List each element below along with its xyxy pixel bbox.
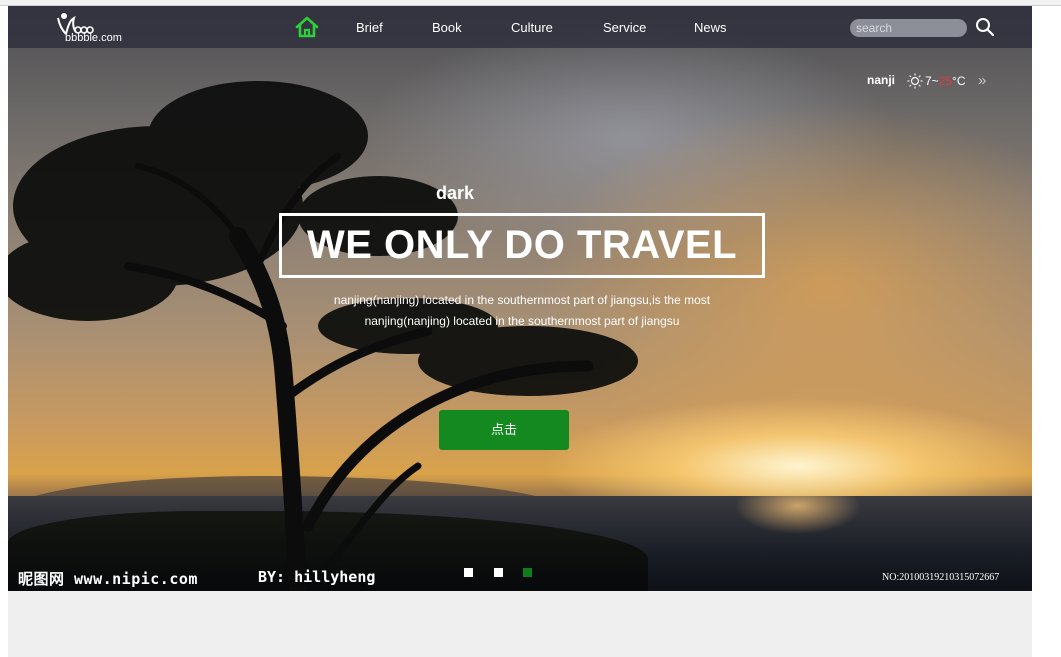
sun-icon: [907, 73, 923, 89]
search-input[interactable]: [850, 19, 967, 37]
temp-high: 25: [938, 74, 953, 88]
home-icon[interactable]: [295, 16, 319, 38]
watermark-site: 昵图网 www.nipic.com: [18, 570, 198, 588]
hero-description-line-1: nanjing(nanjing) located in the southern…: [333, 293, 711, 307]
tree-silhouette: [8, 81, 638, 591]
carousel-dot-2[interactable]: [494, 568, 503, 577]
page-stage: bbbble.com Brief Book Culture Service Ne…: [8, 6, 1032, 657]
nav-news[interactable]: News: [694, 20, 727, 35]
hero-description-line-2: nanjing(nanjing) located in the southern…: [364, 314, 680, 328]
image-serial-number: NO:20100319210315072667: [882, 572, 1000, 583]
hero-cta-button[interactable]: 点击: [439, 410, 569, 450]
weather-city: nanji: [867, 73, 896, 87]
carousel-dot-1[interactable]: [464, 568, 473, 577]
chevron-double-right-icon[interactable]: »: [978, 72, 986, 89]
temp-unit: °C: [952, 74, 966, 88]
hero-tagline: dark: [435, 183, 475, 203]
carousel-dot-3[interactable]: [523, 568, 532, 577]
content-area: [8, 591, 1032, 657]
nav-culture[interactable]: Culture: [511, 20, 553, 35]
weather-temperature: 7~25°C: [925, 74, 966, 88]
search-icon[interactable]: [975, 17, 995, 37]
temp-low: 7~: [925, 74, 939, 88]
nav-service[interactable]: Service: [603, 20, 646, 35]
nav-brief[interactable]: Brief: [356, 20, 383, 35]
top-navbar: bbbble.com Brief Book Culture Service Ne…: [8, 6, 1032, 48]
hero-banner: bbbble.com Brief Book Culture Service Ne…: [8, 6, 1032, 591]
sea-reflection: [708, 496, 888, 566]
hero-title: WE ONLY DO TRAVEL: [306, 223, 738, 267]
nav-book[interactable]: Book: [432, 20, 462, 35]
watermark-author: BY: hillyheng: [258, 568, 376, 586]
logo-text[interactable]: bbbble.com: [65, 32, 122, 44]
